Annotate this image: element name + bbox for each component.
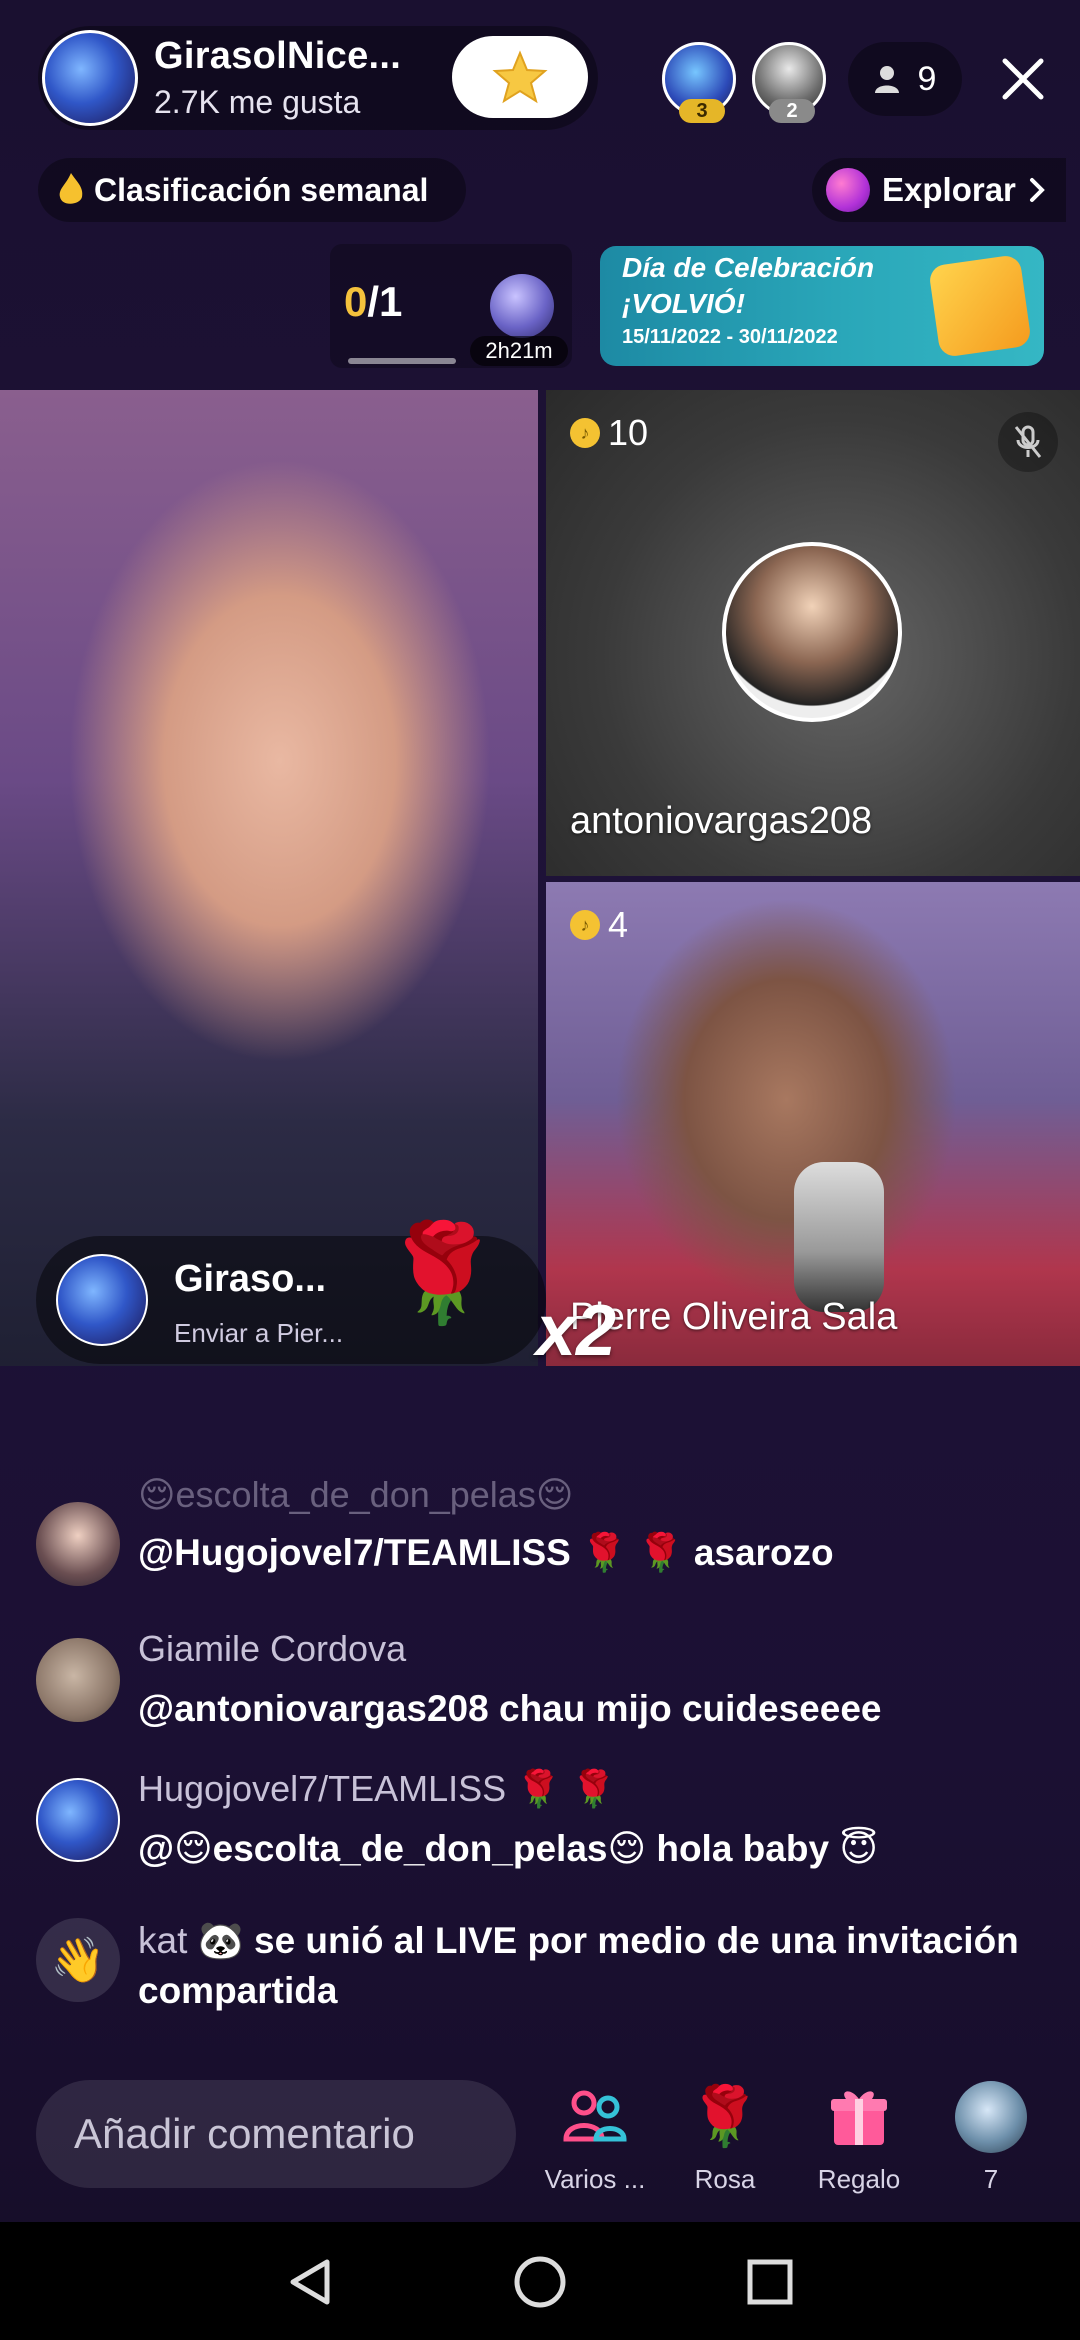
system-navigation-bar [0,2222,1080,2340]
multi-guest-button[interactable]: Varios ... [540,2080,650,2195]
rose-icon: 🌹 [382,1220,502,1327]
guest-name: Pierre Oliveira Sala [570,1296,898,1338]
mic-off-icon [1014,425,1042,458]
multi-guest-label: Varios ... [544,2164,646,2194]
home-circle-icon [514,2256,566,2308]
gift-label: Regalo [817,2164,901,2194]
host-avatar[interactable] [42,30,138,126]
top-viewer-avatar-2[interactable]: 2 [752,42,826,123]
follow-star-button[interactable] [452,36,588,118]
microphone-image [794,1162,884,1312]
viewer-count-value: 9 [917,59,937,98]
back-triangle-icon [290,2259,330,2305]
rank-badge: 3 [679,99,725,123]
chat-username[interactable]: Giamile Cordova [138,1628,406,1670]
gift-button[interactable]: Regalo [804,2080,914,2195]
guest-name: antoniovargas208 [570,800,873,842]
goal-total: /1 [367,278,403,325]
rank-badge: 2 [769,99,815,123]
chat-text: @😌escolta_de_don_pelas😌 hola baby 😇 [138,1828,878,1869]
gift-goal[interactable]: 0/1 2h21m [330,244,572,368]
guest-coin-count: 10 [608,412,649,453]
viewer-avatar [955,2081,1027,2153]
goal-gift-icon [490,274,554,338]
chevron-right-icon [1029,178,1045,202]
recents-button[interactable] [740,2252,800,2312]
gift-message: Enviar a Pier... [174,1318,344,1348]
goal-count: 0/1 [344,278,402,326]
back-button[interactable] [280,2252,340,2312]
wave-hand-icon: 👋 [36,1918,120,2002]
host-likes: 2.7K me gusta [154,84,361,120]
multi-guest-icon [563,2090,627,2142]
join-username: kat 🐼 [138,1920,244,1961]
join-message: se unió al LIVE por medio de una invitac… [138,1920,1019,2011]
gift-sender-name: Giraso... [174,1258,327,1300]
goal-progress-bar [348,358,456,364]
host-texts: GirasolNice... 2.7K me gusta [154,35,401,121]
rose-label: Rosa [694,2164,756,2194]
coin-icon: ♪ [570,910,600,940]
guest-tile-1[interactable]: ♪ 10 antoniovargas208 [546,390,1080,876]
home-button[interactable] [510,2252,570,2312]
flame-icon [59,173,83,204]
chat-avatar[interactable] [36,1638,120,1722]
goal-current: 0 [344,278,368,325]
weekly-ranking[interactable]: Clasificación semanal [38,158,466,222]
chat-avatar[interactable] [36,1778,120,1862]
guest-coins: ♪ 10 [570,412,648,454]
host-name: GirasolNice... [154,35,402,77]
person-icon [874,66,899,93]
gift-notification: Giraso... Enviar a Pier... 🌹 [36,1226,546,1364]
weekly-ranking-label: Clasificación semanal [94,171,429,208]
celebration-banner[interactable]: Día de Celebración ¡VOLVIÓ! 15/11/2022 -… [600,246,1044,366]
gift-box-icon [928,254,1032,358]
close-icon [1002,58,1044,100]
share-count-label: 7 [983,2164,999,2194]
rose-button[interactable]: 🌹 Rosa [670,2080,780,2195]
viewer-count[interactable]: 9 [848,42,962,116]
chat-text: @Hugojovel7/TEAMLISS 🌹 🌹 asarozo [138,1532,834,1573]
gift-icon [831,2091,887,2145]
explore-label: Explorar [882,171,1016,208]
gift-multiplier: x2 [536,1291,617,1371]
star-icon [492,50,548,104]
share-viewers-button[interactable]: 7 [936,2080,1046,2195]
planet-icon [826,168,870,212]
guest-coins: ♪ 4 [570,904,628,946]
chat-avatar[interactable] [36,1502,120,1586]
chat-text: @antoniovargas208 chau mijo cuideseeee [138,1688,882,1729]
guest-coin-count: 4 [608,904,629,945]
guest-avatar [722,542,902,722]
mic-muted-button[interactable] [998,412,1058,472]
join-notice-text: kat 🐼 se unió al LIVE por medio de una i… [138,1916,1038,2016]
guest-tile-2[interactable]: ♪ 4 Pierre Oliveira Sala [546,882,1080,1366]
chat-username[interactable]: 😌escolta_de_don_pelas😌 [138,1474,573,1516]
gift-sender-avatar [56,1254,148,1346]
chat-username[interactable]: Hugojovel7/TEAMLISS 🌹 🌹 [138,1768,616,1810]
goal-timer: 2h21m [470,336,568,366]
recents-square-icon [747,2259,793,2305]
coin-icon: ♪ [570,418,600,448]
comment-input[interactable]: Añadir comentario [36,2080,516,2188]
explore-button[interactable]: Explorar [812,158,1066,222]
close-button[interactable] [990,46,1056,112]
top-viewer-avatar-1[interactable]: 3 [662,42,736,123]
rose-icon: 🌹 [688,2084,762,2149]
